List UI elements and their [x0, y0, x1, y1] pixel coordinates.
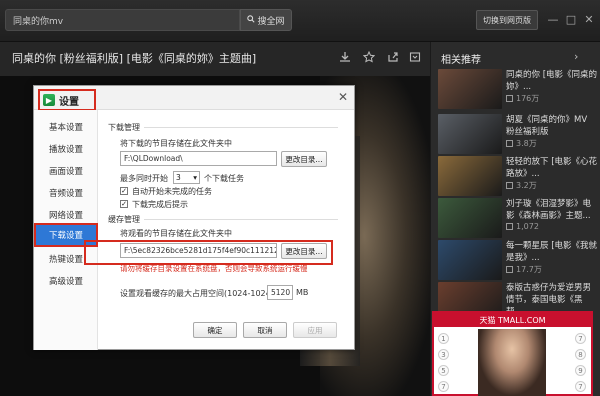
video-title: 同桌的你 [粉丝福利版] [电影《同桌的妳》主题曲] — [12, 52, 257, 65]
max-start-suffix: 个下载任务 — [204, 174, 244, 183]
ad-number: 8 — [575, 349, 586, 360]
ad-number: 7 — [575, 381, 586, 392]
ad-number: 9 — [575, 365, 586, 376]
auto-start-label: 自动开始未完成的任务 — [132, 187, 212, 196]
ok-button[interactable]: 确定 — [193, 322, 237, 338]
download-settings-panel: 下载管理 将下载的节目存储在此文件夹中 F:\QLDownload\ 更改目录.… — [98, 110, 354, 350]
apply-button[interactable]: 应用 — [293, 322, 337, 338]
play-count-icon — [506, 140, 513, 147]
view-count-text: 176万 — [516, 94, 540, 103]
cache-path-highlight — [84, 240, 333, 265]
cache-section-title: 缓存管理 — [108, 214, 338, 225]
view-count: 3.2万 — [506, 180, 537, 191]
related-thumbnail[interactable] — [438, 240, 502, 280]
related-title[interactable]: 每一颗星辰 [电影《我就是我》... — [506, 240, 598, 264]
ad-photo[interactable] — [478, 329, 546, 396]
menu-advanced-settings[interactable]: 高级设置 — [34, 270, 98, 292]
menu-playback-settings[interactable]: 播放设置 — [34, 138, 98, 160]
dialog-title-text: 设置 — [59, 96, 79, 108]
more-icon[interactable] — [404, 46, 426, 68]
max-start-select[interactable]: 3 ▾ — [173, 171, 200, 184]
view-count: 3.8万 — [506, 138, 537, 149]
dialog-title: ▶ 设置 — [38, 89, 96, 111]
settings-dialog: ▶ 设置 ✕ 基本设置 播放设置 画面设置 音频设置 网络设置 下载设置 热键设… — [33, 85, 355, 350]
ad-number: 7 — [575, 333, 586, 344]
done-prompt-label: 下载完成后提示 — [132, 200, 188, 209]
view-count: 17.7万 — [506, 264, 542, 275]
play-count-icon — [506, 266, 513, 273]
related-title[interactable]: 胡夏《同桌的你》MV 粉丝福利版 — [506, 114, 598, 138]
play-count-icon — [506, 223, 513, 230]
dialog-close-icon[interactable]: ✕ — [336, 90, 350, 104]
chevron-down-icon: ▾ — [193, 173, 197, 182]
settings-menu: 基本设置 播放设置 画面设置 音频设置 网络设置 下载设置 热键设置 高级设置 — [34, 110, 98, 350]
ad-number: 1 — [438, 333, 449, 344]
view-count-text: 3.2万 — [516, 181, 537, 190]
ad-number: 5 — [438, 365, 449, 376]
search-icon — [247, 14, 256, 26]
ad-number: 7 — [438, 381, 449, 392]
share-icon[interactable] — [382, 46, 404, 68]
max-start-label: 最多同时开始 — [120, 174, 168, 183]
minimize-icon[interactable]: — — [545, 10, 561, 28]
cancel-button[interactable]: 取消 — [243, 322, 287, 338]
download-path-input[interactable]: F:\QLDownload\ — [120, 151, 277, 166]
download-folder-label: 将下载的节目存储在此文件夹中 — [120, 139, 232, 148]
ad-number: 3 — [438, 349, 449, 360]
related-thumbnail[interactable] — [438, 156, 502, 196]
play-count-icon — [506, 95, 513, 102]
view-count-text: 17.7万 — [516, 265, 542, 274]
related-title[interactable]: 同桌的你 [电影《同桌的妳》... — [506, 69, 598, 93]
menu-basic-settings[interactable]: 基本设置 — [34, 116, 98, 138]
change-download-dir-button[interactable]: 更改目录... — [281, 151, 327, 167]
search-button[interactable]: 搜全网 — [240, 9, 292, 31]
maximize-icon[interactable]: □ — [563, 10, 579, 28]
related-thumbnail[interactable] — [438, 198, 502, 238]
download-icon[interactable] — [334, 46, 356, 68]
related-title: 相关推荐 — [441, 55, 481, 66]
close-icon[interactable]: ✕ — [581, 10, 597, 28]
related-thumbnail[interactable] — [438, 114, 502, 154]
max-cache-label: 设置观看缓存的最大占用空间(1024-10240) — [120, 289, 279, 298]
menu-picture-settings[interactable]: 画面设置 — [34, 160, 98, 182]
max-cache-unit: MB — [296, 288, 309, 297]
favorite-icon[interactable] — [358, 46, 380, 68]
search-input[interactable]: 同桌的你mv — [5, 9, 240, 31]
related-thumbnail[interactable] — [438, 69, 502, 109]
app-logo-icon: ▶ — [43, 94, 55, 106]
ad-header: 天猫 TMALL.COM — [434, 313, 591, 327]
download-section-title: 下载管理 — [108, 122, 338, 133]
chevron-right-icon[interactable]: › — [574, 50, 578, 63]
menu-audio-settings[interactable]: 音频设置 — [34, 182, 98, 204]
tmall-ad[interactable]: 天猫 TMALL.COM 1 3 5 7 7 8 9 7 — [432, 311, 593, 396]
related-title[interactable]: 轻轻的放下 [电影《心花路放》... — [506, 156, 598, 180]
view-count-text: 3.8万 — [516, 139, 537, 148]
play-count-icon — [506, 182, 513, 189]
view-count: 1,072 — [506, 222, 539, 231]
view-count-text: 1,072 — [516, 222, 539, 231]
search-button-label: 搜全网 — [257, 16, 285, 27]
done-prompt-checkbox[interactable]: ✓ — [120, 200, 128, 208]
related-title[interactable]: 刘子璇《泪湿梦影》电影《森林画影》主题... — [506, 198, 598, 222]
max-cache-input[interactable]: 5120 — [267, 285, 293, 300]
auto-start-checkbox[interactable]: ✓ — [120, 187, 128, 195]
view-count: 176万 — [506, 93, 539, 104]
cache-folder-label: 将观看的节目存储在此文件夹中 — [120, 229, 232, 238]
switch-web-version-button[interactable]: 切换到网页版 — [476, 10, 538, 30]
